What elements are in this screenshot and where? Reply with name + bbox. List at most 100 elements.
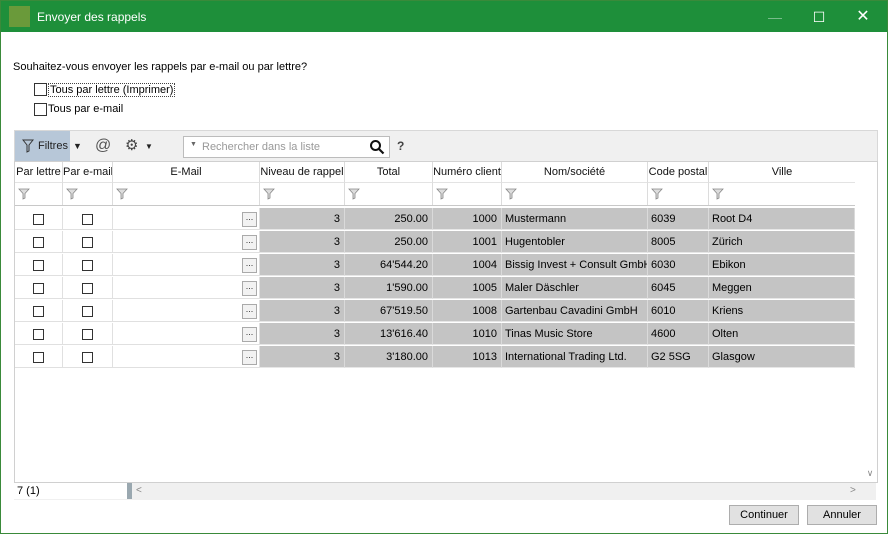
table-row[interactable]: ... 3 250.00 1000 Mustermann 6039 Root D… — [15, 208, 855, 231]
table-row[interactable]: ... 3 13'616.40 1010 Tinas Music Store 4… — [15, 323, 855, 346]
scroll-down-arrow-icon[interactable]: ∨ — [863, 468, 877, 482]
all-by-letter-checkbox[interactable] — [34, 83, 47, 96]
search-box[interactable]: ▼ — [183, 136, 390, 158]
filter-cell-numero-client[interactable] — [433, 182, 502, 205]
email-picker-button[interactable]: ... — [242, 304, 257, 319]
par-email-checkbox[interactable] — [82, 260, 93, 271]
column-header-ville[interactable]: Ville — [709, 162, 855, 182]
table-row[interactable]: ... 3 250.00 1001 Hugentobler 8005 Züric… — [15, 231, 855, 254]
company-cell: International Trading Ltd. — [502, 346, 648, 368]
help-icon[interactable]: ? — [397, 139, 404, 153]
par-lettre-checkbox[interactable] — [33, 352, 44, 363]
par-lettre-cell[interactable] — [15, 254, 63, 276]
company-cell: Tinas Music Store — [502, 323, 648, 345]
filter-cell-total[interactable] — [345, 182, 433, 205]
filter-cell-code-postal[interactable] — [648, 182, 709, 205]
column-header-par-lettre[interactable]: Par lettre — [15, 162, 63, 182]
par-email-cell[interactable] — [63, 346, 113, 368]
maximize-button[interactable]: ☐ — [802, 5, 836, 29]
email-cell[interactable]: ... — [113, 323, 260, 345]
vertical-scrollbar[interactable] — [863, 182, 877, 482]
client-number-cell: 1004 — [433, 254, 502, 276]
scroll-left-arrow-icon[interactable]: < — [136, 485, 142, 496]
minimize-button[interactable]: — — [758, 5, 792, 29]
filters-dropdown-icon[interactable]: ▼ — [73, 141, 82, 151]
title-bar[interactable]: Envoyer des rappels — ☐ ✕ — [1, 1, 887, 32]
email-picker-button[interactable]: ... — [242, 350, 257, 365]
email-picker-button[interactable]: ... — [242, 281, 257, 296]
all-by-letter-label[interactable]: Tous par lettre (Imprimer) — [48, 83, 176, 97]
company-cell: Bissig Invest + Consult GmbH — [502, 254, 648, 276]
table-row[interactable]: ... 3 1'590.00 1005 Maler Däschler 6045 … — [15, 277, 855, 300]
par-lettre-checkbox[interactable] — [33, 306, 44, 317]
par-lettre-cell[interactable] — [15, 300, 63, 322]
column-header-nom-societe[interactable]: Nom/société — [502, 162, 648, 182]
email-picker-button[interactable]: ... — [242, 327, 257, 342]
email-picker-button[interactable]: ... — [242, 212, 257, 227]
settings-dropdown-icon[interactable]: ▼ — [145, 142, 153, 151]
par-email-checkbox[interactable] — [82, 329, 93, 340]
all-by-email-label[interactable]: Tous par e-mail — [48, 103, 123, 115]
list-toolbar: Filtres ▼ @ ⚙ ▼ ▼ ? — [14, 130, 878, 162]
email-cell[interactable]: ... — [113, 208, 260, 230]
par-email-checkbox[interactable] — [82, 306, 93, 317]
search-input[interactable] — [202, 139, 362, 154]
par-lettre-checkbox[interactable] — [33, 260, 44, 271]
email-cell[interactable]: ... — [113, 277, 260, 299]
par-email-cell[interactable] — [63, 231, 113, 253]
par-lettre-checkbox[interactable] — [33, 329, 44, 340]
filter-cell-par-lettre[interactable] — [15, 182, 63, 205]
column-header-email[interactable]: E-Mail — [113, 162, 260, 182]
par-email-cell[interactable] — [63, 300, 113, 322]
settings-gear-icon[interactable]: ⚙ — [125, 136, 138, 154]
filter-cell-par-email[interactable] — [63, 182, 113, 205]
close-button[interactable]: ✕ — [846, 5, 880, 29]
column-header-niveau[interactable]: Niveau de rappel — [260, 162, 345, 182]
par-lettre-cell[interactable] — [15, 231, 63, 253]
par-lettre-cell[interactable] — [15, 346, 63, 368]
email-cell[interactable]: ... — [113, 254, 260, 276]
continue-button[interactable]: Continuer — [729, 505, 799, 525]
table-row[interactable]: ... 3 3'180.00 1013 International Tradin… — [15, 346, 855, 369]
filter-funnel-icon — [712, 188, 724, 200]
table-row[interactable]: ... 3 64'544.20 1004 Bissig Invest + Con… — [15, 254, 855, 277]
par-lettre-checkbox[interactable] — [33, 214, 44, 225]
search-icon[interactable] — [369, 139, 385, 155]
city-cell: Zürich — [709, 231, 855, 253]
client-number-cell: 1013 — [433, 346, 502, 368]
filter-cell-ville[interactable] — [709, 182, 855, 205]
email-cell[interactable]: ... — [113, 300, 260, 322]
par-email-cell[interactable] — [63, 277, 113, 299]
email-cell[interactable]: ... — [113, 231, 260, 253]
par-email-checkbox[interactable] — [82, 352, 93, 363]
search-history-icon[interactable]: ▼ — [190, 141, 197, 148]
filters-button[interactable]: Filtres — [15, 131, 70, 161]
column-header-par-email[interactable]: Par e-mail — [63, 162, 113, 182]
column-header-numero-client[interactable]: Numéro client — [433, 162, 502, 182]
email-picker-button[interactable]: ... — [242, 235, 257, 250]
column-header-code-postal[interactable]: Code postal — [648, 162, 709, 182]
par-email-cell[interactable] — [63, 208, 113, 230]
filter-cell-niveau[interactable] — [260, 182, 345, 205]
par-lettre-cell[interactable] — [15, 323, 63, 345]
email-at-icon[interactable]: @ — [95, 137, 111, 155]
column-header-total[interactable]: Total — [345, 162, 433, 182]
filter-cell-email[interactable] — [113, 182, 260, 205]
par-email-checkbox[interactable] — [82, 237, 93, 248]
par-lettre-cell[interactable] — [15, 277, 63, 299]
par-email-cell[interactable] — [63, 323, 113, 345]
all-by-email-checkbox[interactable] — [34, 103, 47, 116]
email-picker-button[interactable]: ... — [242, 258, 257, 273]
scroll-right-arrow-icon[interactable]: > — [850, 485, 856, 496]
cancel-button[interactable]: Annuler — [807, 505, 877, 525]
par-lettre-checkbox[interactable] — [33, 283, 44, 294]
filter-cell-nom-societe[interactable] — [502, 182, 648, 205]
postal-code-cell: 4600 — [648, 323, 709, 345]
table-row[interactable]: ... 3 67'519.50 1008 Gartenbau Cavadini … — [15, 300, 855, 323]
par-email-checkbox[interactable] — [82, 214, 93, 225]
par-lettre-cell[interactable] — [15, 208, 63, 230]
email-cell[interactable]: ... — [113, 346, 260, 368]
par-email-checkbox[interactable] — [82, 283, 93, 294]
par-email-cell[interactable] — [63, 254, 113, 276]
par-lettre-checkbox[interactable] — [33, 237, 44, 248]
